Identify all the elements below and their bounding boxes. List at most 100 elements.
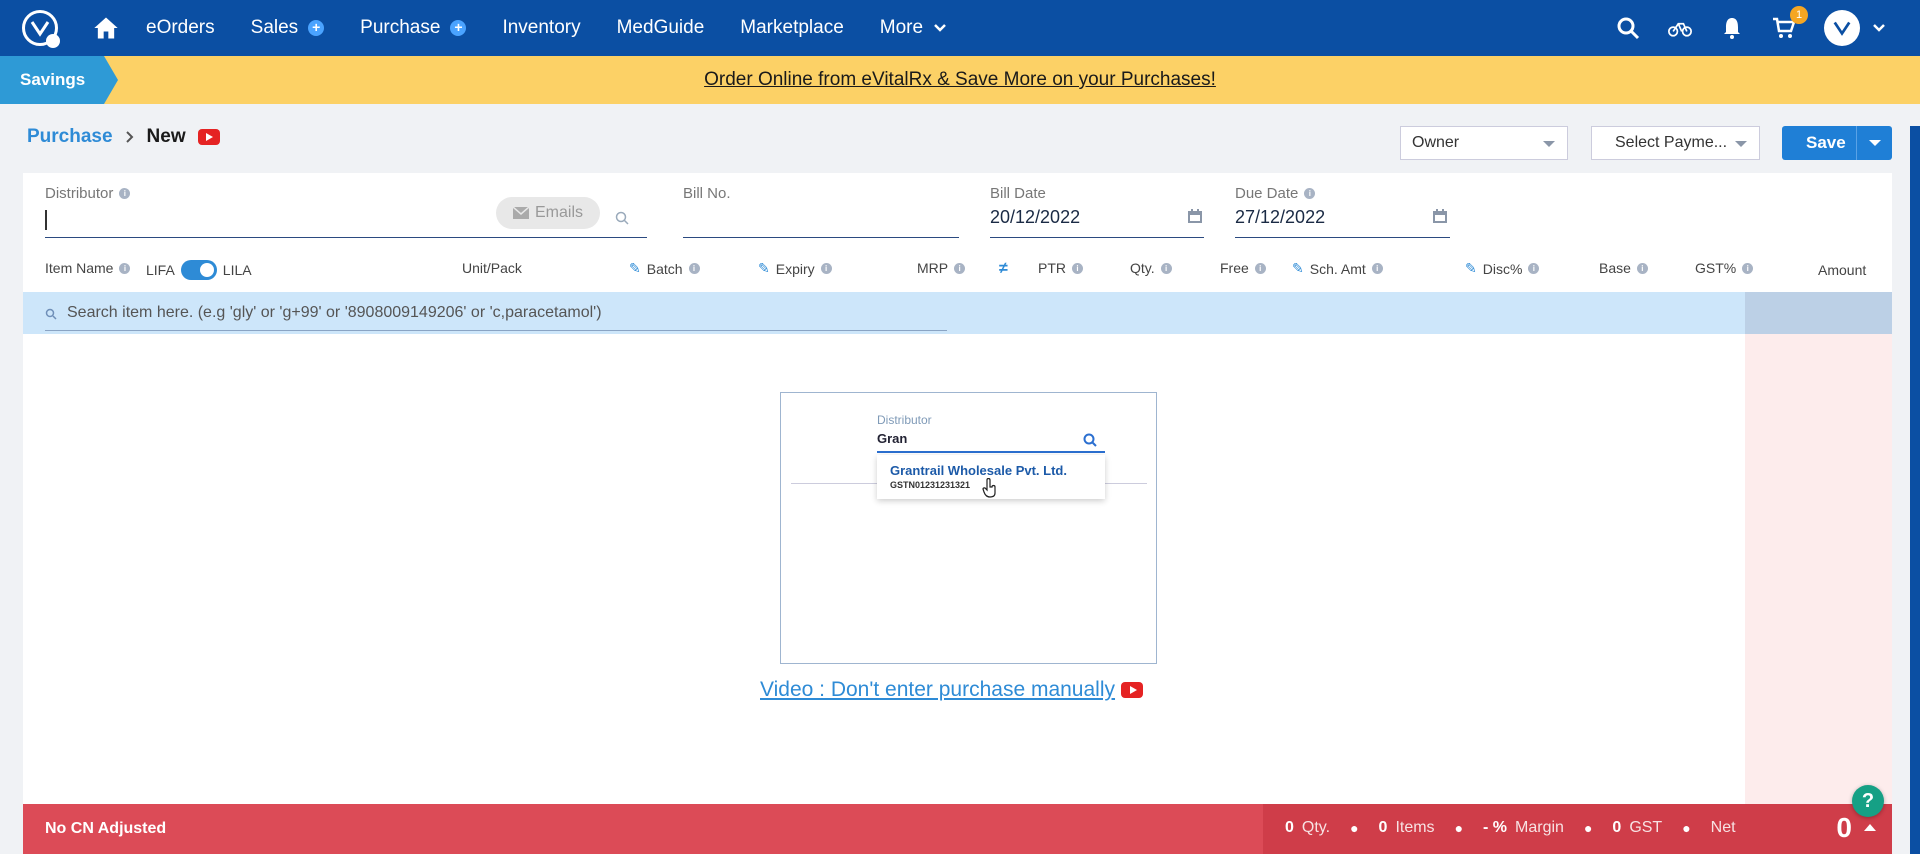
- breadcrumb-purchase[interactable]: Purchase: [27, 126, 113, 148]
- cart-button[interactable]: 1: [1772, 6, 1808, 40]
- col-expiry[interactable]: ✎ Expiry i: [758, 260, 832, 277]
- col-ptr: PTR i: [1038, 260, 1083, 276]
- youtube-icon[interactable]: [197, 129, 220, 145]
- item-search-underline: [45, 330, 947, 331]
- purchase-form-card: Distributor i Emails Bill No. Bill Date 2…: [23, 173, 1892, 804]
- info-icon: i: [1304, 188, 1316, 199]
- qty-total-label: Qty.: [1301, 819, 1331, 836]
- bill-date-calendar-icon[interactable]: [1188, 209, 1202, 223]
- nav-eorders[interactable]: eOrders: [146, 17, 215, 39]
- expand-up-icon[interactable]: [1864, 824, 1876, 831]
- margin-total-label: Margin: [1515, 819, 1564, 836]
- bill-date-input[interactable]: [990, 237, 1204, 238]
- breadcrumb-current: New: [146, 126, 186, 147]
- col-batch[interactable]: ✎ Batch i: [629, 260, 700, 277]
- chevron-right-icon: [125, 131, 133, 143]
- col-base: Base i: [1599, 260, 1648, 276]
- info-icon: i: [1371, 263, 1383, 274]
- bill-no-input[interactable]: [683, 237, 959, 238]
- nav-purchase[interactable]: Purchase +: [360, 17, 467, 39]
- video-distributor-label: Distributor: [877, 413, 932, 427]
- amount-column-strip: [1745, 334, 1892, 804]
- video-input-underline: [877, 451, 1105, 453]
- info-icon: i: [1528, 263, 1540, 274]
- nav-sales[interactable]: Sales +: [251, 17, 325, 39]
- lila-label: LILA: [222, 262, 252, 278]
- margin-total: - %: [1483, 819, 1508, 836]
- distributor-input[interactable]: [45, 237, 647, 238]
- items-total: 0: [1378, 819, 1388, 836]
- gst-total-label: GST: [1629, 819, 1663, 836]
- bell-icon[interactable]: [1720, 16, 1744, 40]
- sales-plus-icon[interactable]: +: [308, 20, 325, 36]
- lifa-lila-toggle[interactable]: [180, 260, 217, 280]
- owner-dropdown-arrow-icon: [1543, 141, 1555, 147]
- tutorial-video-preview[interactable]: Distributor Gran Grantrail Wholesale Pvt…: [780, 392, 1157, 664]
- video-result-name: Grantrail Wholesale Pvt. Ltd.: [890, 463, 1067, 478]
- bill-date-value[interactable]: 20/12/2022: [990, 207, 1080, 228]
- logo-rx-badge: [46, 34, 60, 48]
- gst-total: 0: [1612, 819, 1622, 836]
- delivery-bike-icon[interactable]: [1668, 16, 1692, 40]
- page-scrollbar[interactable]: [1910, 126, 1920, 854]
- separator-dot: ●: [1454, 820, 1464, 836]
- video-distributor-input: Gran: [877, 431, 908, 446]
- search-icon[interactable]: [1616, 16, 1640, 40]
- promo-link[interactable]: Order Online from eVitalRx & Save More o…: [0, 69, 1920, 91]
- avatar-logo-icon: [1833, 21, 1851, 36]
- nav-inventory[interactable]: Inventory: [502, 17, 580, 39]
- info-icon: i: [119, 262, 131, 274]
- save-options-dropdown-button[interactable]: [1856, 126, 1892, 160]
- info-icon: i: [954, 262, 966, 274]
- cn-adjusted-status[interactable]: No CN Adjusted: [45, 820, 166, 838]
- nav-more[interactable]: More: [880, 17, 947, 39]
- home-icon[interactable]: [92, 14, 120, 42]
- col-qty: Qty. i: [1130, 260, 1172, 276]
- pencil-icon: ✎: [1292, 260, 1304, 276]
- col-mrp: MRP i: [917, 260, 966, 276]
- emails-button[interactable]: Emails: [496, 197, 600, 229]
- nav-marketplace[interactable]: Marketplace: [740, 17, 844, 39]
- col-disc[interactable]: ✎ Disc% i: [1465, 260, 1540, 277]
- distributor-text-cursor: [45, 210, 47, 230]
- due-date-label: Due Date i: [1235, 185, 1316, 202]
- info-icon: i: [1636, 262, 1648, 274]
- col-gst: GST% i: [1695, 260, 1754, 276]
- summary-footer: No CN Adjusted 0 Qty. ● 0 Items ● - % Margi…: [23, 804, 1892, 854]
- item-search-icon: [45, 308, 57, 320]
- separator-dot: ●: [1350, 820, 1359, 836]
- due-date-input[interactable]: [1235, 237, 1450, 238]
- footer-stats: 0 Qty. ● 0 Items ● - % Margin ● 0 GST ● Net: [1285, 819, 1736, 837]
- video-tutorial-link[interactable]: Video : Don't enter purchase manually: [760, 678, 1144, 702]
- info-icon: i: [1072, 262, 1083, 274]
- mail-icon: [512, 207, 529, 219]
- app-logo[interactable]: [22, 10, 60, 48]
- payment-dropdown-arrow-icon: [1735, 141, 1747, 147]
- pencil-icon: ✎: [629, 260, 641, 276]
- due-date-value[interactable]: 27/12/2022: [1235, 207, 1325, 228]
- video-result-gst: GSTN01231231321: [890, 480, 971, 490]
- payment-select[interactable]: Select Payme...: [1591, 126, 1760, 160]
- savings-tag[interactable]: Savings: [0, 56, 118, 104]
- cart-count-badge: 1: [1790, 6, 1808, 24]
- pencil-icon: ✎: [758, 260, 770, 276]
- save-button[interactable]: Save: [1782, 126, 1892, 160]
- help-button[interactable]: ?: [1852, 785, 1884, 817]
- account-chevron-down-icon[interactable]: [1872, 23, 1886, 33]
- not-equal-icon[interactable]: ≠: [999, 260, 1008, 278]
- item-search-input[interactable]: Search item here. (e.g 'gly' or 'g+99' o…: [67, 304, 602, 322]
- purchase-plus-icon[interactable]: +: [450, 20, 467, 36]
- user-avatar[interactable]: [1824, 10, 1860, 46]
- due-date-calendar-icon[interactable]: [1433, 209, 1447, 223]
- col-sch-amt[interactable]: ✎ Sch. Amt i: [1292, 260, 1383, 277]
- lifa-lila-toggle-group: LIFA LILA: [146, 260, 252, 280]
- owner-select[interactable]: Owner: [1400, 126, 1568, 160]
- net-total: 0: [1836, 812, 1852, 843]
- distributor-search-icon[interactable]: [615, 211, 629, 225]
- info-icon: i: [820, 263, 832, 274]
- info-icon: i: [1160, 262, 1172, 274]
- col-item-name: Item Name i: [45, 260, 131, 276]
- info-icon: i: [1254, 262, 1266, 274]
- lifa-label: LIFA: [146, 262, 175, 278]
- nav-medguide[interactable]: MedGuide: [617, 17, 705, 39]
